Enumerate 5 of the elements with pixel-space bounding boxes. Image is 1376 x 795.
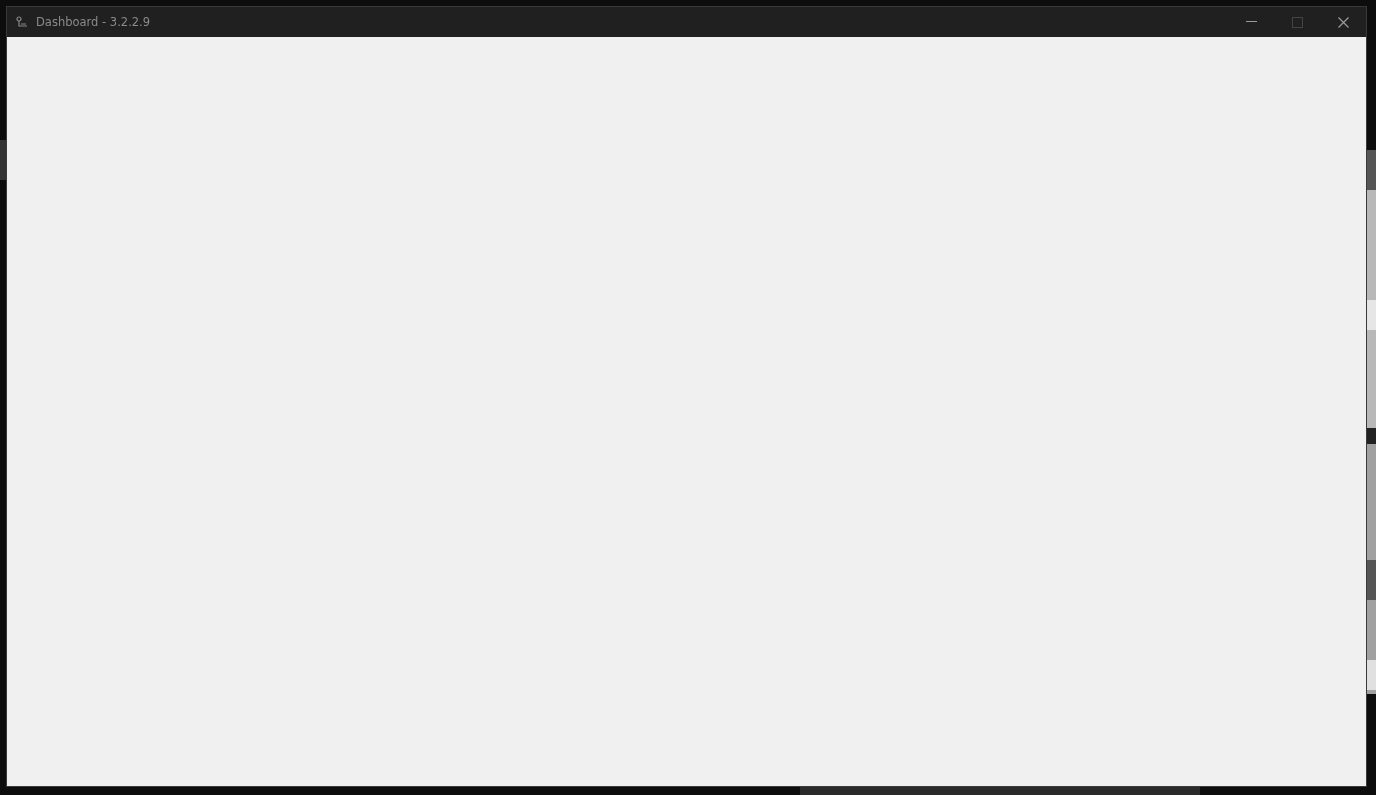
minimize-icon (1245, 21, 1257, 23)
app-icon (16, 16, 28, 28)
close-icon (1337, 16, 1349, 28)
window-title: Dashboard - 3.2.2.9 (36, 15, 151, 29)
maximize-icon (1291, 16, 1303, 28)
